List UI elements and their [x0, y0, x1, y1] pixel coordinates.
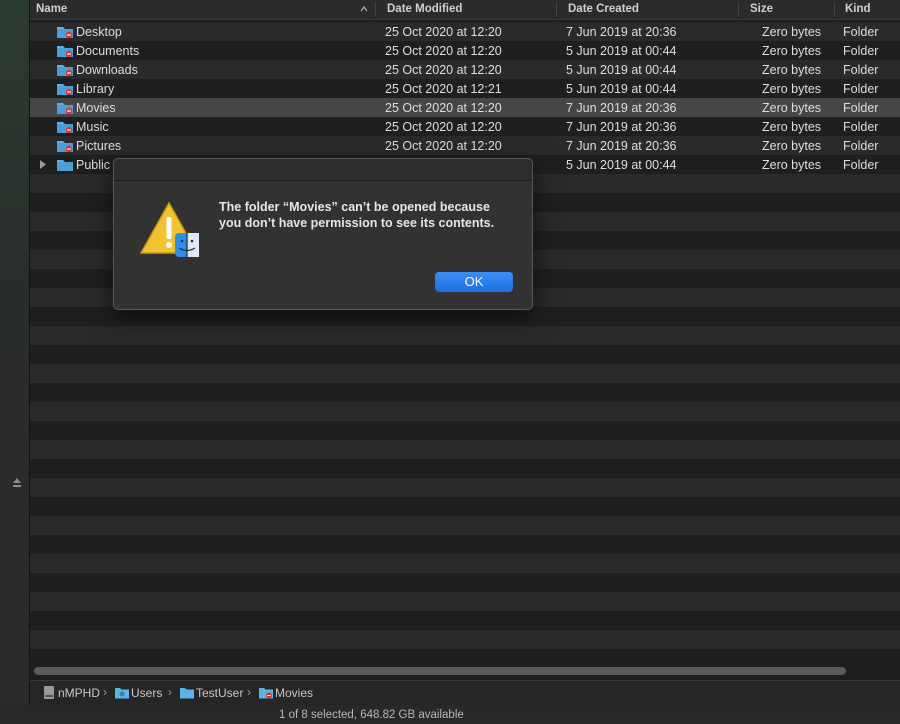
path-item-label: nMPHD: [58, 686, 101, 700]
table-row[interactable]: Pictures 25 Oct 2020 at 12:20 7 Jun 2019…: [30, 136, 900, 155]
file-kind: Folder: [843, 139, 879, 153]
file-kind: Folder: [843, 82, 879, 96]
date-created: 5 Jun 2019 at 00:44: [566, 82, 677, 96]
path-item-label: TestUser: [196, 686, 244, 700]
folder-icon: [57, 141, 73, 153]
table-row[interactable]: Desktop 25 Oct 2020 at 12:20 7 Jun 2019 …: [30, 22, 900, 41]
eject-icon[interactable]: [12, 477, 22, 489]
dialog-message: The folder “Movies” can’t be opened beca…: [219, 200, 495, 230]
file-kind: Folder: [843, 101, 879, 115]
status-bar: 1 of 8 selected, 648.82 GB available: [0, 705, 900, 724]
file-name: Movies: [76, 101, 116, 115]
date-modified: 25 Oct 2020 at 12:20: [385, 44, 502, 58]
sort-ascending-icon: [360, 6, 368, 12]
table-row[interactable]: Library 25 Oct 2020 at 12:21 5 Jun 2019 …: [30, 79, 900, 98]
path-separator-icon: ›: [103, 685, 107, 699]
file-size: Zero bytes: [762, 101, 822, 115]
warning-triangle-icon: [139, 201, 199, 257]
date-modified: 25 Oct 2020 at 12:20: [385, 120, 502, 134]
date-modified: 25 Oct 2020 at 12:20: [385, 139, 502, 153]
path-bar: nMPHD › Users › TestUser › Movies: [30, 680, 900, 705]
file-kind: Folder: [843, 158, 879, 172]
folder-icon: [180, 688, 194, 699]
folder-icon: [57, 103, 73, 115]
folder-icon: [259, 688, 273, 699]
file-kind: Folder: [843, 63, 879, 77]
file-size: Zero bytes: [762, 25, 822, 39]
drive-icon: [44, 686, 54, 699]
path-item-label: Users: [131, 686, 163, 700]
date-created: 7 Jun 2019 at 20:36: [566, 120, 677, 134]
date-created: 5 Jun 2019 at 00:44: [566, 158, 677, 172]
dialog-titlebar[interactable]: [114, 159, 532, 181]
permission-alert-dialog: The folder “Movies” can’t be opened beca…: [113, 158, 533, 310]
file-kind: Folder: [843, 44, 879, 58]
column-size[interactable]: Size: [750, 3, 773, 19]
finder-icon: [175, 233, 199, 257]
path-separator-icon: ›: [247, 685, 251, 699]
column-header: Name Date Modified Date Created Size Kin…: [30, 0, 900, 20]
file-rows: Desktop 25 Oct 2020 at 12:20 7 Jun 2019 …: [30, 22, 900, 662]
folder-icon: [57, 46, 73, 58]
date-modified: 25 Oct 2020 at 12:20: [385, 101, 502, 115]
folder-icon: [57, 27, 73, 39]
file-size: Zero bytes: [762, 120, 822, 134]
status-text: 1 of 8 selected, 648.82 GB available: [279, 709, 464, 721]
file-name: Music: [76, 120, 109, 134]
file-size: Zero bytes: [762, 139, 822, 153]
date-created: 5 Jun 2019 at 00:44: [566, 44, 677, 58]
folder-icon: [57, 65, 73, 77]
folder-icon: [57, 160, 73, 171]
table-row[interactable]: Documents 25 Oct 2020 at 12:20 5 Jun 201…: [30, 41, 900, 60]
disclosure-triangle-icon[interactable]: [39, 160, 47, 169]
path-item-label: Movies: [275, 686, 314, 700]
file-kind: Folder: [843, 25, 879, 39]
file-size: Zero bytes: [762, 44, 822, 58]
file-name: Pictures: [76, 139, 122, 153]
table-row[interactable]: Downloads 25 Oct 2020 at 12:20 5 Jun 201…: [30, 60, 900, 79]
folder-icon: [57, 84, 73, 96]
date-created: 7 Jun 2019 at 20:36: [566, 101, 677, 115]
file-kind: Folder: [843, 120, 879, 134]
path-separator-icon: ›: [168, 685, 172, 699]
file-name: Public: [76, 158, 111, 172]
horizontal-scrollbar[interactable]: [34, 667, 846, 675]
date-modified: 25 Oct 2020 at 12:21: [385, 82, 502, 96]
date-created: 5 Jun 2019 at 00:44: [566, 63, 677, 77]
column-separator[interactable]: [375, 2, 376, 17]
file-name: Documents: [76, 44, 140, 58]
date-modified: 25 Oct 2020 at 12:20: [385, 63, 502, 77]
column-separator[interactable]: [834, 2, 835, 17]
date-created: 7 Jun 2019 at 20:36: [566, 139, 677, 153]
table-row-selected[interactable]: Movies 25 Oct 2020 at 12:20 7 Jun 2019 a…: [30, 98, 900, 117]
file-size: Zero bytes: [762, 63, 822, 77]
column-name[interactable]: Name: [36, 3, 67, 19]
column-date-modified[interactable]: Date Modified: [387, 3, 462, 19]
folder-icon: [115, 688, 129, 699]
file-name: Desktop: [76, 25, 122, 39]
column-kind[interactable]: Kind: [845, 3, 871, 19]
file-size: Zero bytes: [762, 158, 822, 172]
column-separator[interactable]: [556, 2, 557, 17]
column-date-created[interactable]: Date Created: [568, 3, 639, 19]
date-created: 7 Jun 2019 at 20:36: [566, 25, 677, 39]
file-size: Zero bytes: [762, 82, 822, 96]
folder-icon: [57, 122, 73, 134]
table-row[interactable]: Music 25 Oct 2020 at 12:20 7 Jun 2019 at…: [30, 117, 900, 136]
file-list-view: Name Date Modified Date Created Size Kin…: [30, 0, 900, 705]
ok-button[interactable]: OK: [435, 272, 513, 292]
date-modified: 25 Oct 2020 at 12:20: [385, 25, 502, 39]
file-name: Library: [76, 82, 115, 96]
sidebar: [0, 0, 30, 724]
file-name: Downloads: [76, 63, 138, 77]
column-separator[interactable]: [738, 2, 739, 17]
